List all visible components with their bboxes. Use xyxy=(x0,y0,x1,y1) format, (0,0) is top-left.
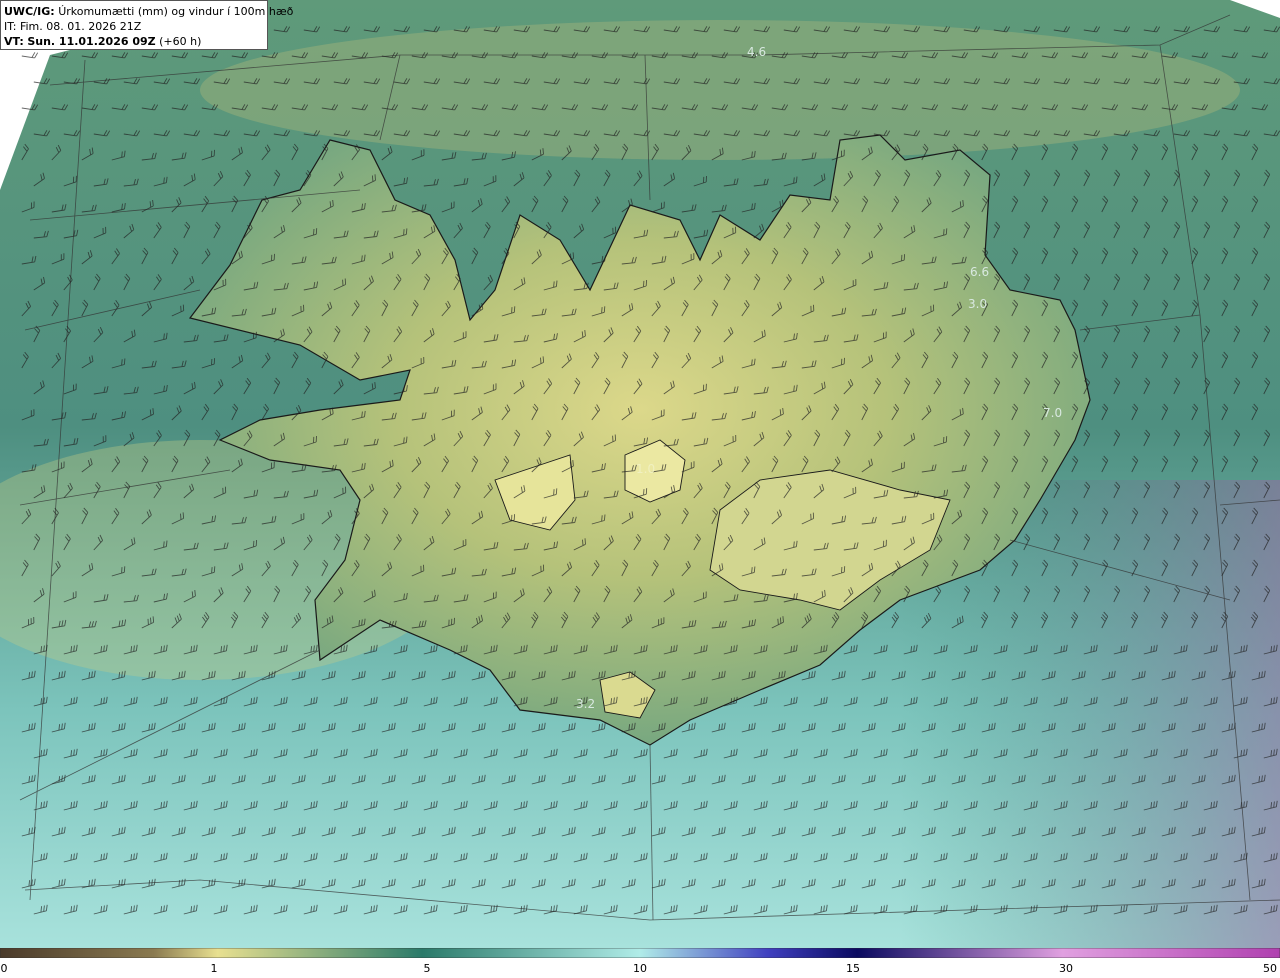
precip-value-label: 6.6 xyxy=(970,265,989,279)
valid-time-row: VT: Sun. 11.01.2026 09Z (+60 h) xyxy=(4,34,267,49)
precip-value-label: 4.6 xyxy=(747,45,766,59)
precip-colorbar xyxy=(0,948,1280,958)
init-time: Fim. 08. 01. 2026 21Z xyxy=(19,20,142,33)
valid-time: Sun. 11.01.2026 09Z xyxy=(27,35,156,48)
precip-value-label: 3.0 xyxy=(968,297,987,311)
colorbar-tick: 1 xyxy=(210,962,218,975)
colorbar-tick: 30 xyxy=(1059,962,1073,975)
precip-value-label: 7.0 xyxy=(1043,406,1062,420)
init-label: IT: xyxy=(4,20,17,33)
product-title: Úrkomumætti (mm) og vindur í 100m hæð xyxy=(58,5,294,18)
init-time-row: IT: Fim. 08. 01. 2026 21Z xyxy=(4,19,267,34)
title-row: UWC/IG: Úrkomumætti (mm) og vindur í 100… xyxy=(4,4,293,19)
forecast-info-box: UWC/IG: Úrkomumætti (mm) og vindur í 100… xyxy=(0,0,293,50)
north-precip-band xyxy=(200,20,1240,160)
colorbar-tick: 15 xyxy=(846,962,860,975)
precip-value-label: 3.2 xyxy=(576,697,595,711)
colorbar-tick: 0 xyxy=(0,962,8,975)
precip-value-label: 1.0 xyxy=(636,462,655,476)
colorbar-ticks: 0 1 5 10 15 30 50 xyxy=(0,958,1280,978)
product-code: UWC/IG: xyxy=(4,5,55,18)
colorbar-tick: 50 xyxy=(1263,962,1277,975)
lead-time: (+60 h) xyxy=(159,35,202,48)
forecast-map: 4.6 6.6 3.0 7.0 3.2 1.0 xyxy=(0,0,1280,948)
valid-label: VT: xyxy=(4,35,24,48)
colorbar-tick: 5 xyxy=(423,962,431,975)
colorbar-tick: 10 xyxy=(633,962,647,975)
